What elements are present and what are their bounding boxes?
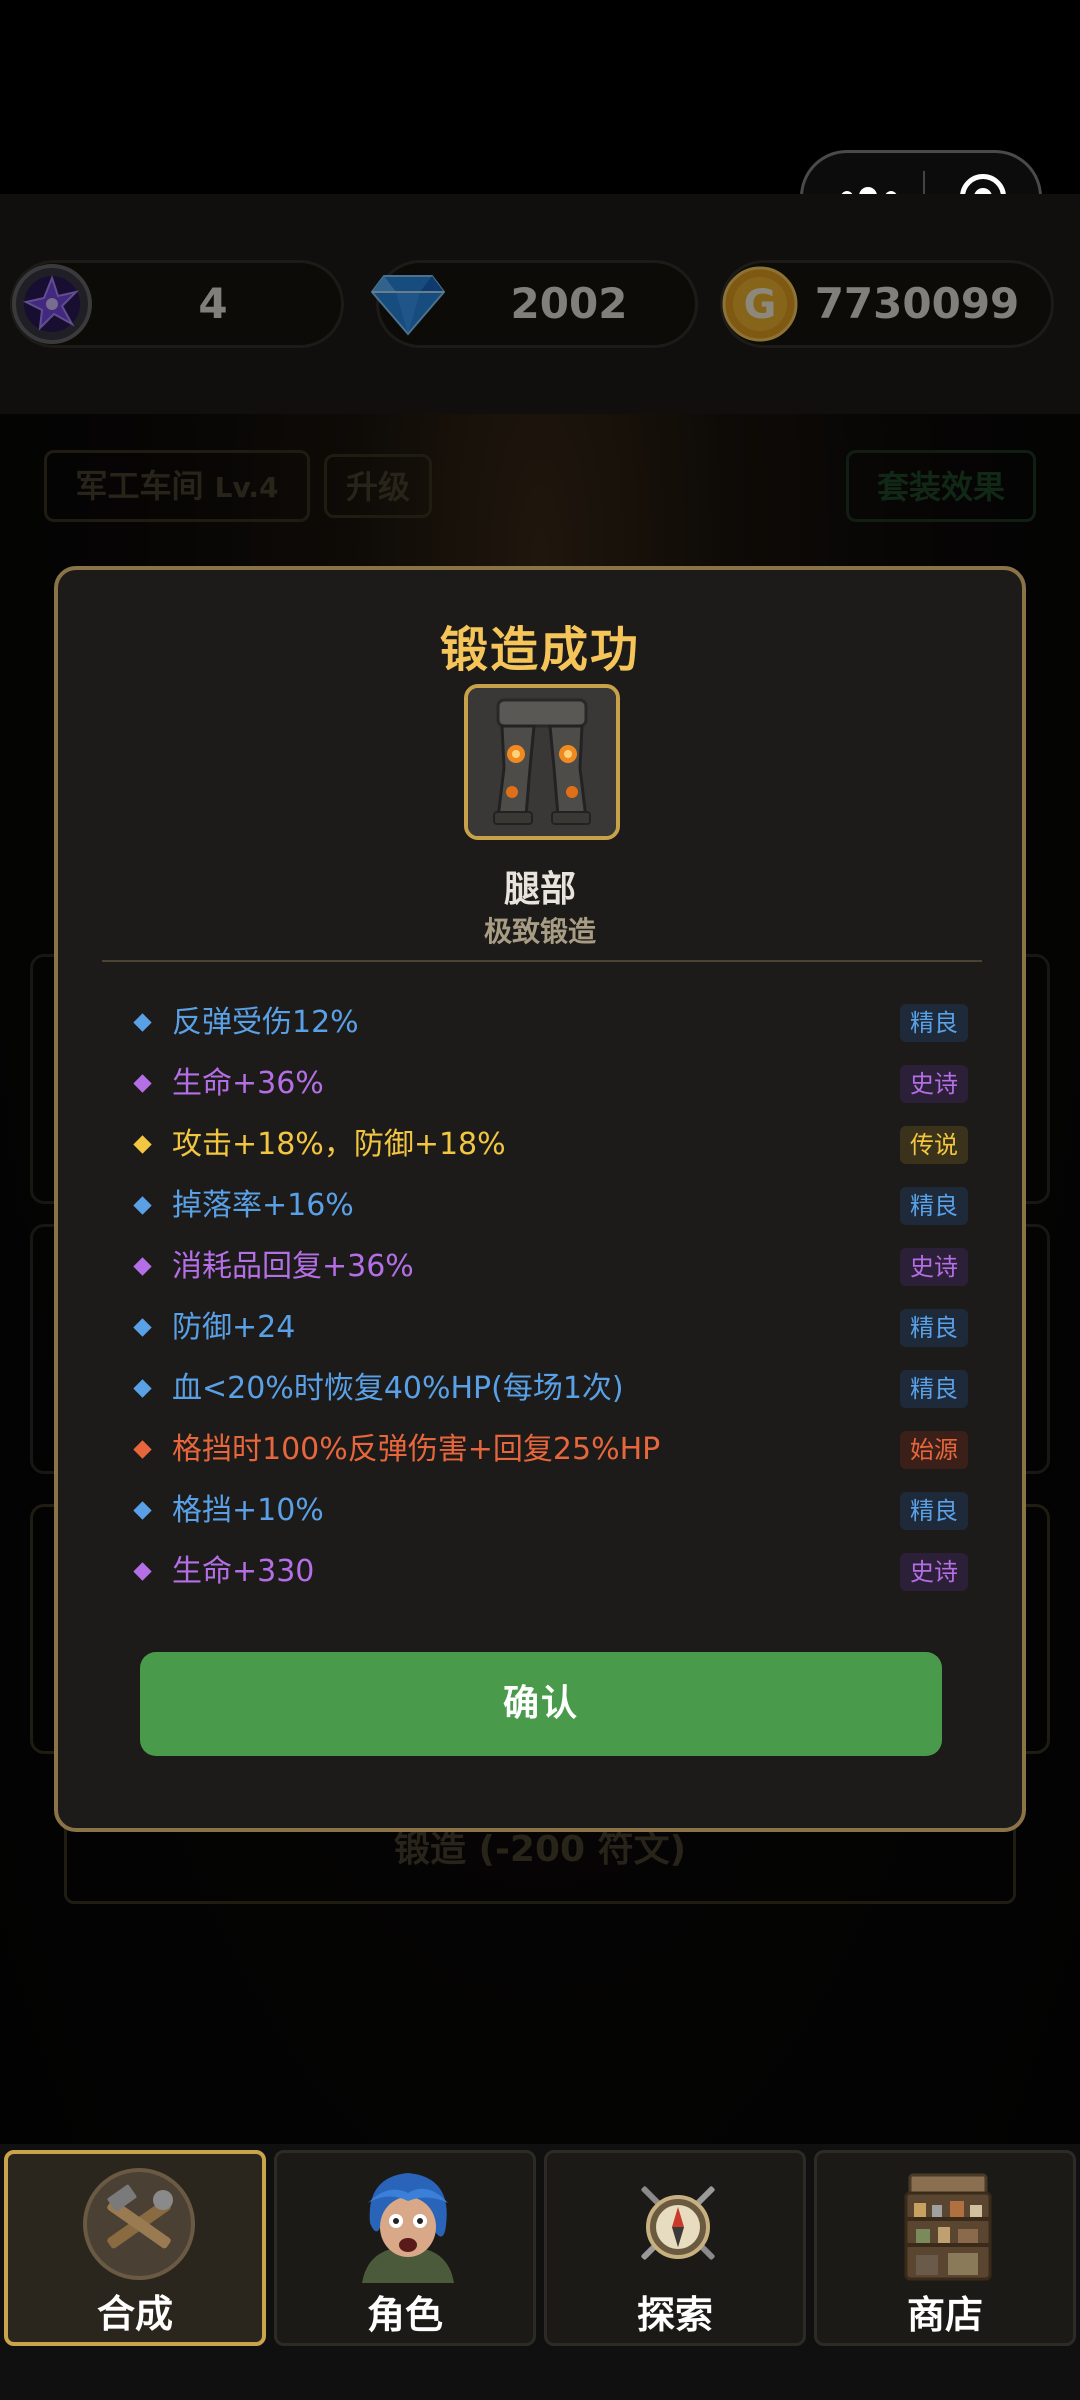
tab-shop[interactable]: 商店 — [814, 2150, 1076, 2346]
stat-row: 格挡+10% 精良 — [128, 1486, 968, 1536]
stat-text: 攻击+18%，防御+18% — [172, 1127, 506, 1162]
stat-text: 生命+36% — [172, 1066, 324, 1101]
character-portrait-icon — [362, 2173, 454, 2283]
stat-text: 格挡时100%反弹伤害+回复25%HP — [172, 1432, 661, 1467]
item-name: 腿部 — [503, 869, 576, 910]
rarity-badge: 史诗 — [900, 1065, 968, 1103]
diamond-bullet-icon — [133, 1440, 152, 1459]
item-frame — [464, 684, 620, 840]
stat-row: 反弹受伤12% 精良 — [128, 998, 968, 1048]
compass-swords-icon — [641, 2186, 715, 2260]
stat-text: 防御+24 — [172, 1310, 296, 1345]
diamond-bullet-icon — [133, 1074, 152, 1093]
bottom-nav: 合成 角色 探索 商店 — [0, 2144, 1080, 2400]
diamond-bullet-icon — [133, 1257, 152, 1276]
tab-label: 合成 — [96, 2292, 173, 2336]
rarity-badge: 精良 — [900, 1370, 968, 1408]
rarity-badge: 传说 — [900, 1126, 968, 1164]
rarity-badge: 史诗 — [900, 1553, 968, 1591]
diamond-bullet-icon — [133, 1501, 152, 1520]
stat-text: 格挡+10% — [172, 1493, 324, 1528]
confirm-button[interactable]: 确认 — [140, 1652, 942, 1756]
stat-row: 掉落率+16% 精良 — [128, 1181, 968, 1231]
stat-row: 防御+24 精良 — [128, 1303, 968, 1353]
stat-text: 血<20%时恢复40%HP(每场1次) — [172, 1371, 624, 1406]
tab-craft[interactable]: 合成 — [4, 2150, 266, 2346]
diamond-bullet-icon — [133, 1013, 152, 1032]
stat-row: 血<20%时恢复40%HP(每场1次) 精良 — [128, 1364, 968, 1414]
rarity-badge: 精良 — [900, 1309, 968, 1347]
stat-text: 掉落率+16% — [172, 1188, 354, 1223]
stat-text: 反弹受伤12% — [172, 1005, 359, 1040]
rarity-badge: 精良 — [900, 1004, 968, 1042]
diamond-bullet-icon — [133, 1318, 152, 1337]
stat-row: 格挡时100%反弹伤害+回复25%HP 始源 — [128, 1425, 968, 1475]
tab-label: 探索 — [636, 2293, 713, 2337]
shop-shelf-icon — [904, 2173, 992, 2281]
item-quality: 极致锻造 — [483, 915, 596, 948]
diamond-bullet-icon — [133, 1379, 152, 1398]
armored-legs-icon — [468, 688, 616, 836]
diamond-bullet-icon — [133, 1562, 152, 1581]
diamond-bullet-icon — [133, 1135, 152, 1154]
diamond-bullet-icon — [133, 1196, 152, 1215]
stat-row: 生命+36% 史诗 — [128, 1059, 968, 1109]
tab-label: 商店 — [906, 2293, 983, 2337]
dialog-title: 锻造成功 — [439, 622, 640, 678]
stat-text: 消耗品回复+36% — [172, 1249, 414, 1284]
dialog-divider — [102, 960, 982, 962]
rarity-badge: 精良 — [900, 1492, 968, 1530]
tab-label: 角色 — [366, 2293, 443, 2337]
stat-row: 生命+330 史诗 — [128, 1547, 968, 1597]
stat-row: 攻击+18%，防御+18% 传说 — [128, 1120, 968, 1170]
rarity-badge: 史诗 — [900, 1248, 968, 1286]
rarity-badge: 始源 — [900, 1431, 968, 1469]
stat-text: 生命+330 — [172, 1554, 315, 1589]
tab-character[interactable]: 角色 — [274, 2150, 536, 2346]
crafting-tools-icon — [83, 2168, 195, 2280]
stat-row: 消耗品回复+36% 史诗 — [128, 1242, 968, 1292]
forge-result-dialog: 锻造成功 腿部 极致锻造 反弹受伤12% 精良 生命+36% 史诗 攻击+18%，防御+… — [54, 566, 1026, 1832]
tab-explore[interactable]: 探索 — [544, 2150, 806, 2346]
rarity-badge: 精良 — [900, 1187, 968, 1225]
